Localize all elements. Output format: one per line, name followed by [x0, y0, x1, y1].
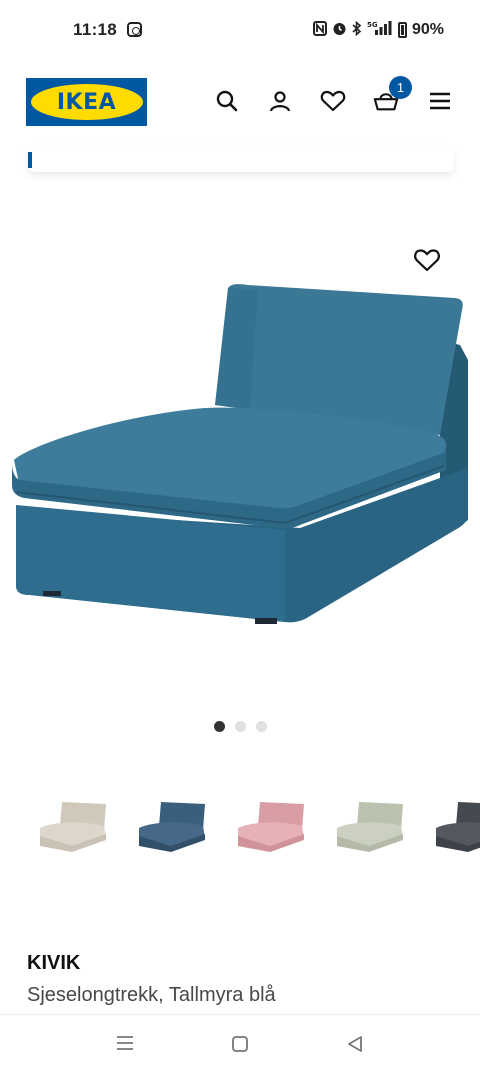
collapsed-info-card[interactable]: [28, 146, 454, 172]
signal-icon: 5G: [367, 20, 393, 39]
color-option-blue[interactable]: [131, 792, 211, 862]
status-indicators: 5G 90%: [312, 20, 444, 39]
color-option-pink[interactable]: [230, 792, 310, 862]
search-icon: [216, 90, 238, 112]
nfc-icon: [312, 20, 327, 39]
ikea-logo[interactable]: IKEA: [26, 78, 147, 126]
home-icon: [232, 1036, 248, 1052]
cart-count-badge: 1: [389, 76, 412, 99]
alarm-icon: [332, 21, 347, 39]
back-icon: [348, 1036, 362, 1052]
svg-text:5G: 5G: [367, 21, 378, 29]
recent-apps-button[interactable]: [114, 1033, 138, 1055]
instagram-notification-icon: [127, 22, 142, 37]
bluetooth-icon: [352, 20, 362, 39]
favourites-button[interactable]: [320, 88, 346, 114]
recent-apps-icon: [117, 1036, 133, 1050]
battery-level: 90%: [411, 20, 444, 38]
search-button[interactable]: [214, 88, 240, 114]
product-name: KIVIK: [27, 952, 81, 974]
heart-icon: [320, 90, 346, 112]
color-option-dark-grey[interactable]: [428, 792, 480, 862]
menu-icon: [430, 92, 450, 110]
account-icon: [269, 91, 291, 112]
pagination-dot-3[interactable]: [255, 721, 267, 732]
color-option-beige[interactable]: [32, 792, 112, 862]
color-option-light-green[interactable]: [329, 792, 409, 862]
product-description: Sjeselongtrekk, Tallmyra blå: [27, 984, 276, 1006]
product-image[interactable]: [0, 230, 480, 660]
status-time: 11:18: [73, 20, 118, 39]
pagination-dot-2[interactable]: [234, 721, 246, 732]
color-variant-list: [0, 792, 480, 862]
menu-button[interactable]: [427, 88, 453, 114]
account-button[interactable]: [267, 88, 293, 114]
logo-text: IKEA: [56, 89, 117, 115]
status-bar: 11:18 5G 90%: [0, 0, 480, 60]
system-navigation-bar: [0, 1014, 480, 1072]
logo-oval: IKEA: [30, 84, 143, 120]
battery-icon: [397, 21, 407, 38]
pagination-dot-1[interactable]: [213, 721, 225, 732]
info-card-accent: [28, 152, 32, 168]
add-to-favourites-button[interactable]: [413, 247, 441, 273]
image-pagination: [0, 721, 480, 732]
back-button[interactable]: [344, 1033, 368, 1055]
heart-outline-icon: [414, 249, 440, 272]
home-button[interactable]: [229, 1033, 253, 1055]
